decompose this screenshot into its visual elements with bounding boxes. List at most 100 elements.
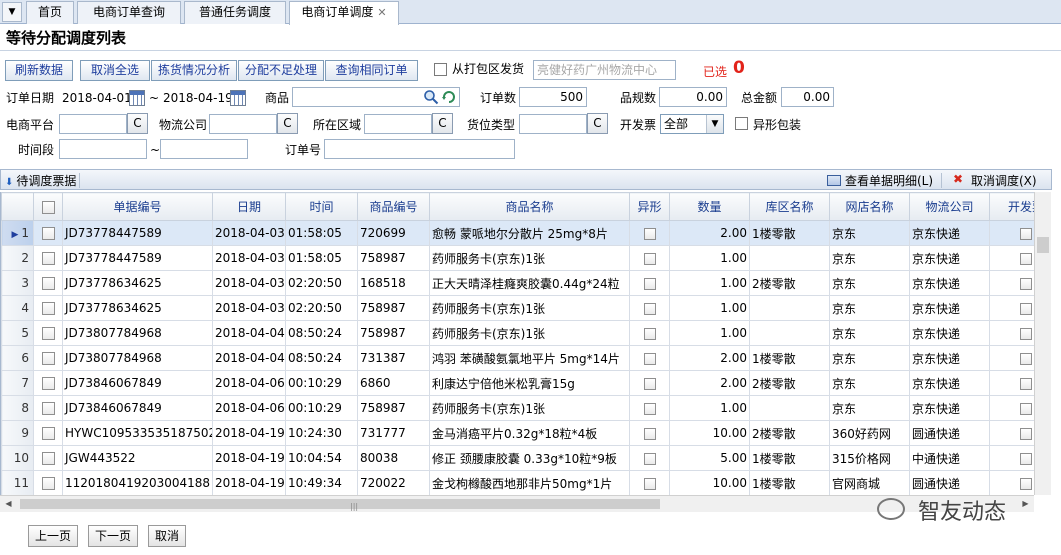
- irregular-cell[interactable]: [629, 245, 670, 271]
- table-row[interactable]: 10 JGW443522 2018-04-19 10:04:54 80038 修正 颈腰康…: [1, 445, 1034, 471]
- refresh-icon[interactable]: [441, 89, 457, 105]
- row-checkbox-cell[interactable]: [33, 245, 63, 271]
- checkbox[interactable]: [643, 227, 656, 240]
- row-checkbox-cell[interactable]: [33, 270, 63, 296]
- search-icon[interactable]: [423, 89, 439, 105]
- ship-from-pack-area-checkbox[interactable]: [434, 63, 447, 76]
- view-detail-button[interactable]: 查看单据明细(L): [827, 172, 933, 189]
- tab-normal-task-dispatch[interactable]: 普通任务调度: [184, 1, 286, 24]
- irregular-cell[interactable]: [629, 395, 670, 421]
- irregular-cell[interactable]: [629, 445, 670, 471]
- tab-ecommerce-order-query[interactable]: 电商订单查询: [77, 1, 181, 24]
- irregular-cell[interactable]: [629, 320, 670, 346]
- select-all-checkbox[interactable]: [41, 200, 55, 214]
- checkbox[interactable]: [643, 427, 656, 440]
- checkbox[interactable]: [41, 377, 55, 390]
- checkbox[interactable]: [643, 377, 656, 390]
- irregular-cell[interactable]: [629, 270, 670, 296]
- checkbox[interactable]: [1020, 277, 1032, 290]
- deselect-all-button[interactable]: 取消全选: [80, 60, 150, 81]
- row-checkbox-cell[interactable]: [33, 445, 63, 471]
- invoice-cell[interactable]: [989, 295, 1034, 321]
- platform-input[interactable]: [59, 114, 127, 134]
- next-page-button[interactable]: 下一页: [88, 525, 138, 547]
- row-checkbox-cell[interactable]: [33, 395, 63, 421]
- tab-ecommerce-order-dispatch[interactable]: 电商订单调度 ✕: [289, 1, 399, 25]
- checkbox[interactable]: [1020, 402, 1032, 415]
- order-no-input[interactable]: [324, 139, 515, 159]
- checkbox[interactable]: [643, 302, 656, 315]
- irregular-cell[interactable]: [629, 370, 670, 396]
- time-from-input[interactable]: [59, 139, 147, 159]
- table-row[interactable]: 7 JD73846067849 2018-04-06 00:10:29 6860 利康达宁…: [1, 370, 1034, 396]
- column-header[interactable]: 商品编号: [357, 192, 430, 221]
- invoice-cell[interactable]: [989, 270, 1034, 296]
- tab-dropdown-button[interactable]: ▼: [2, 2, 22, 22]
- irregular-cell[interactable]: [629, 470, 670, 495]
- invoice-cell[interactable]: [989, 345, 1034, 371]
- scroll-right-icon[interactable]: ▶: [1017, 496, 1034, 512]
- refresh-button[interactable]: 刷新数据: [5, 60, 73, 81]
- checkbox[interactable]: [41, 402, 55, 415]
- checkbox[interactable]: [1020, 427, 1032, 440]
- invoice-cell[interactable]: [989, 445, 1034, 471]
- checkbox[interactable]: [41, 327, 55, 340]
- warehouse-input[interactable]: 亮健好药广州物流中心: [533, 60, 676, 80]
- table-row[interactable]: 3 JD73778634625 2018-04-03 02:20:50 168518 正大…: [1, 270, 1034, 296]
- irregular-cell[interactable]: [629, 420, 670, 446]
- checkbox[interactable]: [1020, 227, 1032, 240]
- row-checkbox-cell[interactable]: [33, 345, 63, 371]
- close-icon[interactable]: ✕: [377, 6, 386, 19]
- checkbox[interactable]: [1020, 327, 1032, 340]
- table-row[interactable]: ▶ 1 JD73778447589 2018-04-03 01:58:05 720699 愈…: [1, 220, 1034, 246]
- irregular-cell[interactable]: [629, 295, 670, 321]
- checkbox[interactable]: [41, 477, 55, 490]
- scroll-thumb[interactable]: [1037, 237, 1049, 253]
- column-header[interactable]: 日期: [212, 192, 286, 221]
- checkbox[interactable]: [41, 452, 55, 465]
- checkbox[interactable]: [643, 327, 656, 340]
- invoice-cell[interactable]: [989, 420, 1034, 446]
- invoice-cell[interactable]: [989, 320, 1034, 346]
- column-header[interactable]: 库区名称: [749, 192, 830, 221]
- column-header[interactable]: 开发票: [989, 192, 1034, 221]
- checkbox[interactable]: [643, 252, 656, 265]
- checkbox[interactable]: [41, 302, 55, 315]
- region-input[interactable]: [364, 114, 432, 134]
- logistics-clear-button[interactable]: C: [277, 113, 298, 134]
- calendar-icon[interactable]: [230, 90, 246, 106]
- checkbox[interactable]: [41, 227, 55, 240]
- table-row[interactable]: 11 1120180419203004188 2018-04-19 10:49:34 7…: [1, 470, 1034, 495]
- row-checkbox-cell[interactable]: [33, 420, 63, 446]
- column-header[interactable]: 异形: [629, 192, 670, 221]
- table-row[interactable]: 5 JD73807784968 2018-04-04 08:50:24 758987 药师…: [1, 320, 1034, 346]
- checkbox[interactable]: [1020, 377, 1032, 390]
- table-row[interactable]: 9 HYWC109533535187502(2018-04-19 10:24:30 7…: [1, 420, 1034, 446]
- slot-type-input[interactable]: [519, 114, 587, 134]
- checkbox[interactable]: [1020, 352, 1032, 365]
- table-row[interactable]: 8 JD73846067849 2018-04-06 00:10:29 758987 药师…: [1, 395, 1034, 421]
- row-checkbox-cell[interactable]: [33, 295, 63, 321]
- invoice-cell[interactable]: [989, 470, 1034, 495]
- cancel-dispatch-button[interactable]: 取消调度(X): [953, 172, 1037, 189]
- select-all-header[interactable]: [33, 192, 63, 221]
- row-checkbox-cell[interactable]: [33, 320, 63, 346]
- column-header[interactable]: 时间: [285, 192, 358, 221]
- invoice-cell[interactable]: [989, 395, 1034, 421]
- row-checkbox-cell[interactable]: [33, 370, 63, 396]
- table-row[interactable]: 4 JD73778634625 2018-04-03 02:20:50 758987 药师…: [1, 295, 1034, 321]
- checkbox[interactable]: [1020, 477, 1032, 490]
- logistics-input[interactable]: [209, 114, 277, 134]
- scroll-thumb[interactable]: |||: [20, 499, 660, 511]
- table-row[interactable]: 6 JD73807784968 2018-04-04 08:50:24 731387 鸿羽…: [1, 345, 1034, 371]
- checkbox[interactable]: [41, 352, 55, 365]
- column-header[interactable]: 网店名称: [829, 192, 910, 221]
- checkbox[interactable]: [1020, 302, 1032, 315]
- checkbox[interactable]: [41, 427, 55, 440]
- order-count-input[interactable]: 500: [519, 87, 587, 107]
- column-header[interactable]: 商品名称: [429, 192, 630, 221]
- invoice-cell[interactable]: [989, 220, 1034, 246]
- column-header[interactable]: 物流公司: [909, 192, 990, 221]
- slot-type-clear-button[interactable]: C: [587, 113, 608, 134]
- sku-count-input[interactable]: 0.00: [659, 87, 727, 107]
